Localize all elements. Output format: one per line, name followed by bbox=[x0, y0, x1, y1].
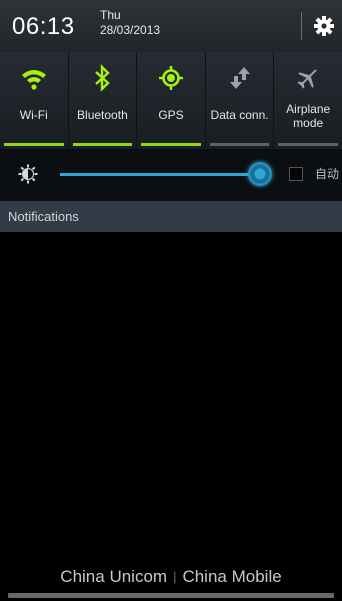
bluetooth-icon bbox=[95, 64, 111, 92]
brightness-row: 自动 bbox=[0, 149, 342, 201]
carrier-footer: China Unicom | China Mobile bbox=[0, 564, 342, 601]
clock-time: 06:13 bbox=[12, 13, 75, 40]
notifications-header: Notifications bbox=[0, 201, 342, 232]
status-header: 06:13 Thu 28/03/2013 bbox=[0, 0, 342, 52]
wifi-icon bbox=[21, 70, 46, 90]
brightness-slider-fill bbox=[60, 173, 260, 176]
toggle-indicator bbox=[72, 143, 133, 146]
toggle-gps[interactable]: GPS bbox=[137, 52, 206, 149]
date-label: 28/03/2013 bbox=[100, 23, 161, 37]
brightness-icon bbox=[18, 164, 38, 184]
notifications-list bbox=[0, 232, 342, 564]
notifications-title: Notifications bbox=[8, 209, 79, 224]
toggle-indicator bbox=[278, 143, 338, 146]
data-connection-icon bbox=[229, 67, 250, 89]
toggle-airplane-mode[interactable]: Airplane mode bbox=[274, 52, 342, 149]
settings-button[interactable] bbox=[312, 14, 336, 38]
day-label: Thu bbox=[100, 8, 121, 22]
gear-icon bbox=[314, 16, 334, 36]
toggle-label: Wi-Fi bbox=[19, 108, 48, 122]
toggle-label: GPS bbox=[158, 108, 184, 122]
brightness-slider[interactable] bbox=[60, 162, 272, 186]
toggle-bluetooth[interactable]: Bluetooth bbox=[68, 52, 138, 149]
toggle-indicator bbox=[209, 143, 270, 146]
brightness-slider-thumb[interactable] bbox=[248, 162, 272, 186]
quick-settings-toggles: Wi-Fi Bluetooth GPS Data conn. Airplane … bbox=[0, 52, 342, 149]
panel-drag-handle[interactable] bbox=[8, 593, 334, 598]
toggle-indicator bbox=[4, 143, 64, 146]
airplane-icon bbox=[297, 69, 317, 89]
carrier-label-1: China Unicom bbox=[60, 567, 168, 586]
notification-panel: 06:13 Thu 28/03/2013 Wi-Fi Bluetooth GPS… bbox=[0, 0, 342, 601]
toggle-label: Airplane mode bbox=[274, 102, 342, 130]
carrier-separator: | bbox=[173, 569, 177, 584]
carrier-labels: China Unicom | China Mobile bbox=[0, 567, 342, 587]
toggle-label-line: Airplane bbox=[286, 102, 331, 116]
gps-icon bbox=[158, 66, 183, 90]
header-divider bbox=[301, 12, 302, 40]
toggle-indicator bbox=[141, 143, 201, 146]
toggle-label: Data conn. bbox=[210, 108, 269, 122]
date-block: Thu 28/03/2013 bbox=[100, 8, 160, 38]
auto-brightness-checkbox[interactable] bbox=[289, 167, 303, 181]
toggle-data-connection[interactable]: Data conn. bbox=[205, 52, 275, 149]
auto-brightness-label: 自动 bbox=[315, 167, 340, 181]
carrier-label-2: China Mobile bbox=[182, 567, 282, 586]
toggle-label-line: mode bbox=[293, 116, 324, 130]
toggle-label: Bluetooth bbox=[77, 108, 128, 122]
toggle-wifi[interactable]: Wi-Fi bbox=[0, 52, 69, 149]
